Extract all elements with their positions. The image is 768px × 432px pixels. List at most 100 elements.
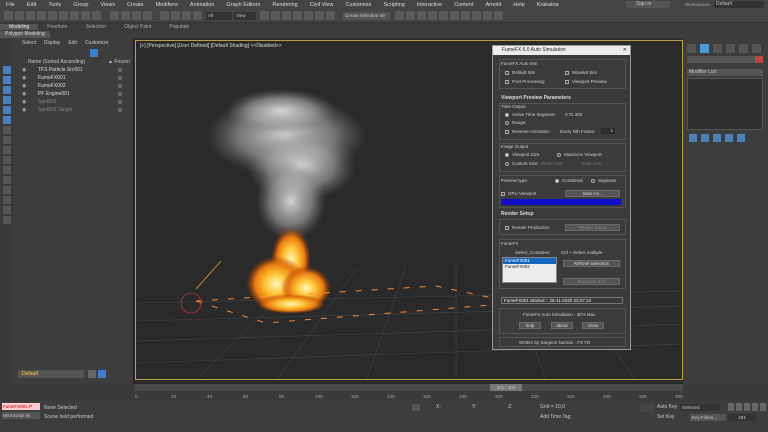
menu-graph-editors[interactable]: Graph Editors bbox=[220, 2, 266, 8]
set-key-button[interactable]: Set Key bbox=[657, 414, 675, 420]
name-column-header[interactable]: Name (Sorted Ascending) bbox=[28, 59, 85, 65]
toolbar-tool-icon[interactable] bbox=[461, 11, 470, 20]
save-as-button[interactable]: Save As... bbox=[565, 190, 620, 197]
visibility-eye-icon[interactable]: ◉ bbox=[22, 74, 26, 82]
visibility-eye-icon[interactable]: ◉ bbox=[22, 90, 26, 98]
command-panel-tab-icon[interactable] bbox=[739, 44, 748, 53]
ribbon-tab-freeform[interactable]: Freeform bbox=[38, 24, 76, 30]
toolbar-tool-icon[interactable] bbox=[110, 11, 119, 20]
y-coord-field[interactable]: Y: bbox=[472, 404, 476, 410]
toolbar-tool-icon[interactable] bbox=[260, 11, 269, 20]
toolbar-tool-icon[interactable] bbox=[48, 11, 57, 20]
explorer-filter-icon[interactable] bbox=[3, 96, 11, 104]
key-filter-selection-dropdown[interactable]: Selected bbox=[680, 404, 720, 411]
toolbar-tool-icon[interactable] bbox=[395, 11, 404, 20]
explorer-filter-icon[interactable] bbox=[3, 156, 11, 164]
frozen-toggle-icon[interactable] bbox=[118, 68, 122, 72]
viewport-size-radio[interactable]: Viewport Size bbox=[505, 152, 539, 157]
playback-button-icon[interactable] bbox=[744, 403, 750, 411]
range-radio[interactable]: Range: bbox=[505, 120, 527, 125]
toolbar-tool-icon[interactable] bbox=[417, 11, 426, 20]
run-auto-sim-button[interactable]: Run Auto Sim bbox=[563, 278, 620, 285]
menu-krakatoa[interactable]: Krakatoa bbox=[531, 2, 565, 8]
toolbar-tool-icon[interactable] bbox=[494, 11, 503, 20]
scene-tab-display[interactable]: Display bbox=[44, 40, 60, 46]
wavelet-sim-checkbox[interactable]: Wavelet Sim bbox=[565, 70, 597, 75]
gpu-viewport-checkbox[interactable]: GPU Viewport bbox=[501, 191, 536, 196]
ribbon-tab-object-paint[interactable]: Object Paint bbox=[115, 24, 160, 30]
layer-dropdown[interactable]: Default bbox=[18, 370, 84, 378]
toolbar-tool-icon[interactable] bbox=[182, 11, 191, 20]
object-name-field[interactable] bbox=[687, 56, 763, 63]
visibility-eye-icon[interactable]: ◉ bbox=[22, 98, 26, 106]
modifier-list-dropdown[interactable]: Modifier List bbox=[687, 69, 763, 76]
toolbar-tool-icon[interactable] bbox=[70, 11, 79, 20]
menu-content[interactable]: Content bbox=[448, 2, 479, 8]
maxscript-mini-listener[interactable]: MAXScript Mi bbox=[2, 412, 40, 419]
combined-radio[interactable]: Combined bbox=[555, 178, 583, 183]
scene-tab-customize[interactable]: Customize bbox=[85, 40, 109, 46]
scene-list-item[interactable]: ◉ PF Engine001 bbox=[14, 90, 133, 98]
explorer-filter-icon[interactable] bbox=[3, 176, 11, 184]
polygon-modeling-tab[interactable]: Polygon Modeling bbox=[0, 31, 50, 38]
toolbar-tool-icon[interactable] bbox=[439, 11, 448, 20]
frozen-toggle-icon[interactable] bbox=[118, 92, 122, 96]
menu-animation[interactable]: Animation bbox=[184, 2, 220, 8]
explorer-filter-icon[interactable] bbox=[3, 106, 11, 114]
menu-create[interactable]: Create bbox=[121, 2, 150, 8]
toolbar-tool-icon[interactable] bbox=[143, 11, 152, 20]
visibility-eye-icon[interactable]: ◉ bbox=[22, 106, 26, 114]
toolbar-tool-icon[interactable] bbox=[15, 11, 24, 20]
menu-help[interactable]: Help bbox=[507, 2, 530, 8]
menu-views[interactable]: Views bbox=[95, 2, 122, 8]
toolbar-tool-icon[interactable] bbox=[132, 11, 141, 20]
auto-key-icon[interactable] bbox=[640, 404, 654, 412]
time-slider-thumb[interactable]: 201 / 300 bbox=[490, 384, 522, 391]
explorer-filter-icon[interactable] bbox=[3, 76, 11, 84]
z-coord-field[interactable]: Z: bbox=[508, 404, 512, 410]
post-processing-checkbox[interactable]: Post Processing bbox=[505, 79, 545, 84]
explorer-filter-icon[interactable] bbox=[3, 146, 11, 154]
toolbar-tool-icon[interactable] bbox=[271, 11, 280, 20]
menu-interactive[interactable]: Interactive bbox=[411, 2, 448, 8]
container-item-fumefx002[interactable]: FumeFX002 bbox=[503, 264, 556, 270]
toolbar-tool-icon[interactable] bbox=[450, 11, 459, 20]
toolbar-tool-icon[interactable] bbox=[428, 11, 437, 20]
auto-key-button[interactable]: Auto Key bbox=[657, 404, 677, 410]
reverse-animation-checkbox[interactable]: Reverse Animation bbox=[505, 129, 550, 134]
refresh-selection-button[interactable]: Refresh Selection bbox=[563, 260, 620, 267]
render-setup-button[interactable]: Render Setup bbox=[565, 224, 620, 231]
frozen-toggle-icon[interactable] bbox=[118, 100, 122, 104]
toolbar-tool-icon[interactable] bbox=[483, 11, 492, 20]
command-panel-tab-icon[interactable] bbox=[713, 44, 722, 53]
menu-group[interactable]: Group bbox=[67, 2, 94, 8]
menu-file[interactable]: File bbox=[0, 2, 21, 8]
visibility-eye-icon[interactable]: ◉ bbox=[22, 82, 26, 90]
toolbar-tool-icon[interactable] bbox=[293, 11, 302, 20]
height-field[interactable]: Hight: 240 bbox=[581, 161, 602, 166]
toolbar-tool-icon[interactable] bbox=[4, 11, 13, 20]
frozen-toggle-icon[interactable] bbox=[118, 76, 122, 80]
explorer-filter-icon[interactable] bbox=[3, 216, 11, 224]
layer-manager-icon[interactable] bbox=[88, 370, 96, 378]
explorer-filter-icon[interactable] bbox=[3, 186, 11, 194]
frozen-toggle-icon[interactable] bbox=[118, 84, 122, 88]
playback-button-icon[interactable] bbox=[736, 403, 742, 411]
x-coord-field[interactable]: X: bbox=[436, 404, 441, 410]
toolbar-tool-icon[interactable] bbox=[26, 11, 35, 20]
command-panel-tab-icon[interactable] bbox=[726, 44, 735, 53]
stack-tool-icon[interactable] bbox=[713, 134, 721, 142]
playback-button-icon[interactable] bbox=[760, 403, 766, 411]
ribbon-tab-selection[interactable]: Selection bbox=[77, 24, 116, 30]
toolbar-tool-icon[interactable] bbox=[472, 11, 481, 20]
viewport-preview-checkbox[interactable]: Viewport Preview bbox=[565, 79, 607, 84]
maxscript-listener-output[interactable]: FumeFX001.P bbox=[2, 403, 40, 410]
viewport-preview-params-header[interactable]: Viewport Preview Parameters bbox=[501, 95, 571, 101]
explorer-filter-icon[interactable] bbox=[3, 136, 11, 144]
menu-modifiers[interactable]: Modifiers bbox=[150, 2, 184, 8]
toolbar-tool-icon[interactable] bbox=[304, 11, 313, 20]
command-panel-tab-icon[interactable] bbox=[687, 44, 696, 53]
toolbar-tool-icon[interactable] bbox=[59, 11, 68, 20]
playback-button-icon[interactable] bbox=[728, 403, 734, 411]
active-time-radio[interactable]: Active Time Segment: bbox=[505, 112, 556, 117]
